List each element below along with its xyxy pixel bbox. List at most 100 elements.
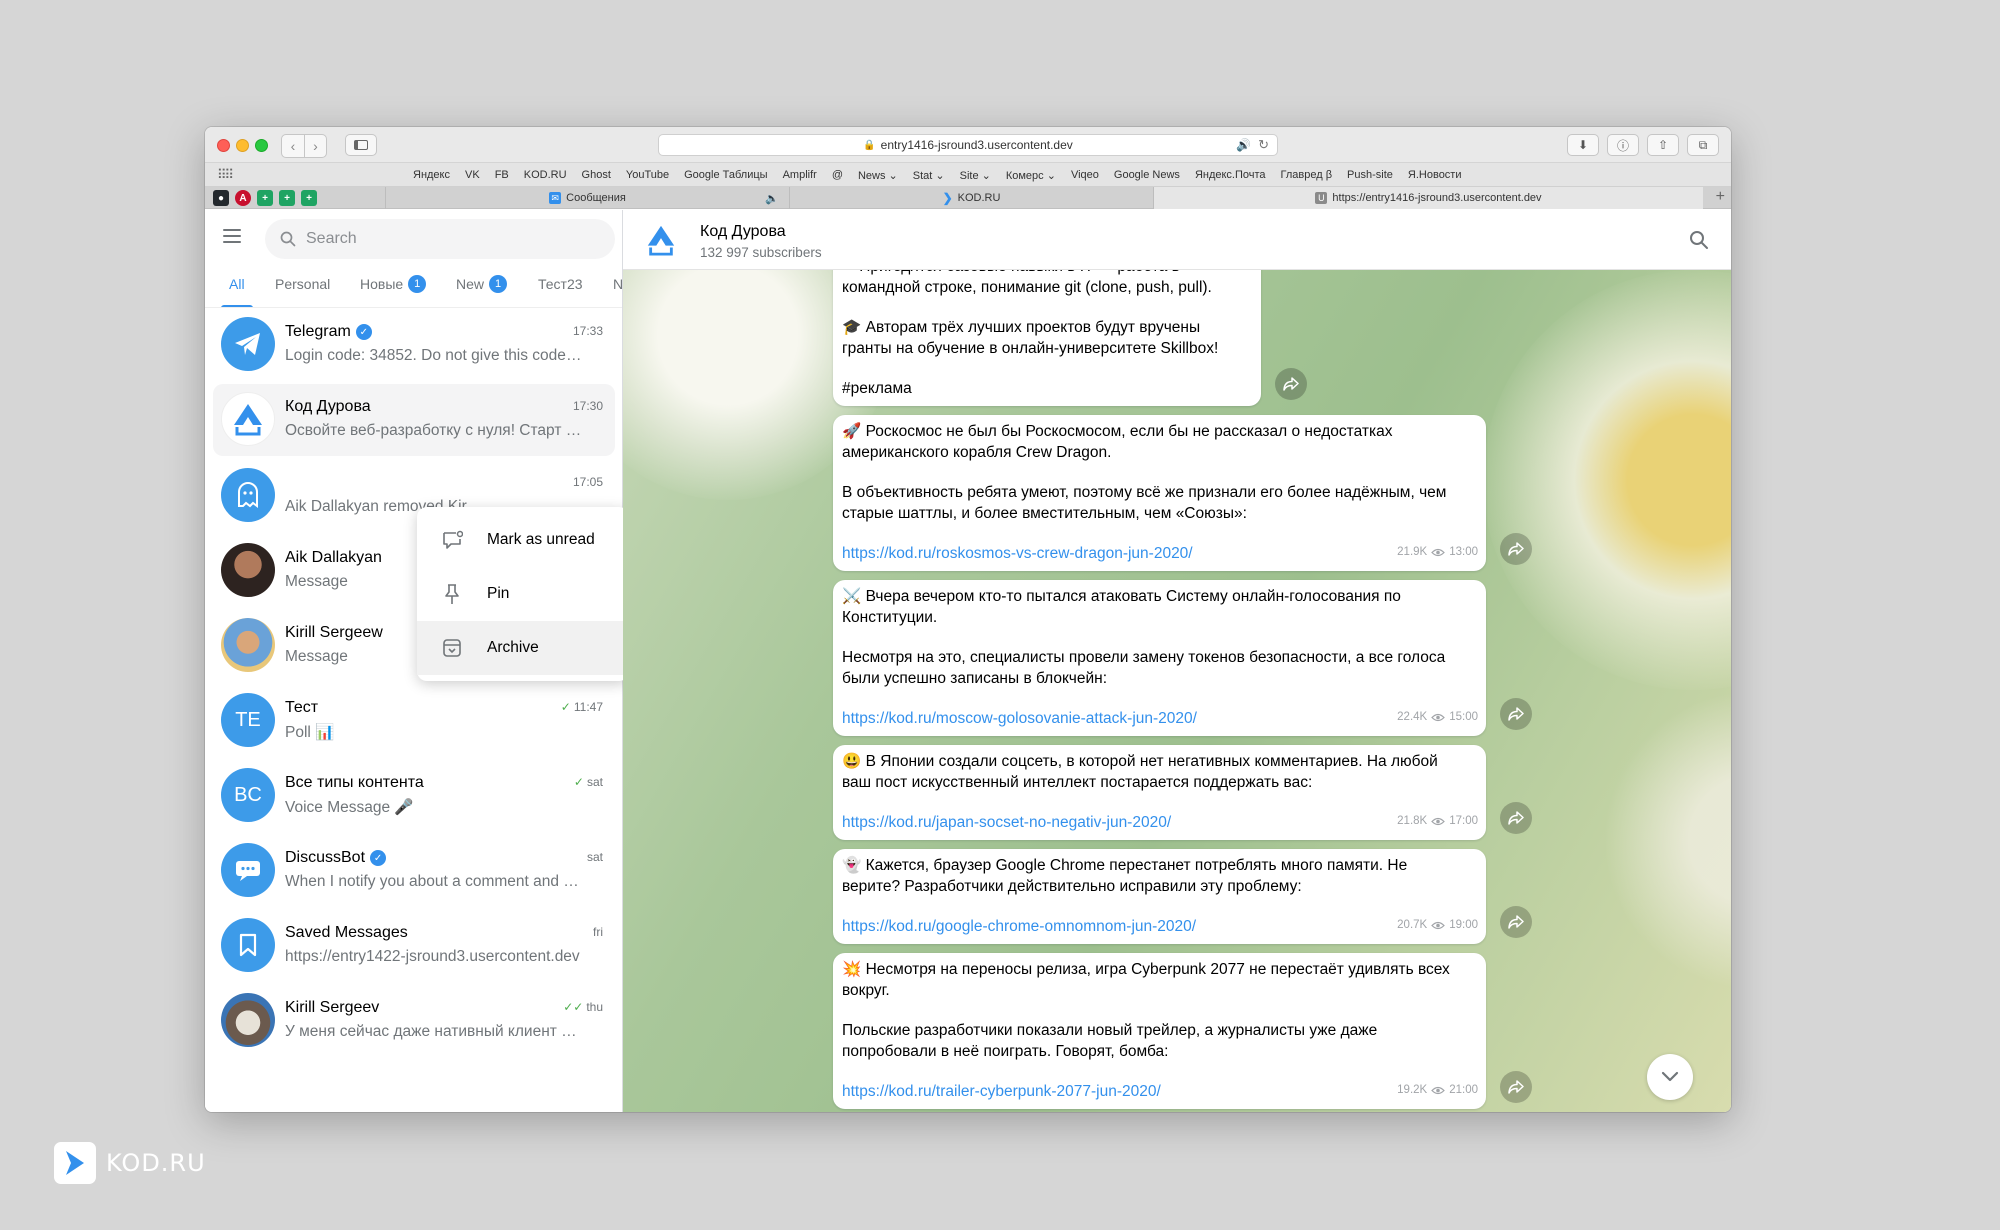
lock-icon: 🔒 [863, 139, 876, 151]
mark-as-unread-menu-item[interactable]: Mark as unread [417, 513, 629, 567]
bookmark-item[interactable]: Push-site [1347, 169, 1393, 182]
chat-item-content-types[interactable]: BC Все типы контента Voice Message 🎤 ✓ sa… [213, 760, 615, 832]
apps-grid-icon[interactable]: ⠿⠿ [217, 167, 234, 183]
bookmark-item[interactable]: Site ⌄ [960, 169, 991, 182]
bookmark-item[interactable]: Amplifr [783, 169, 817, 182]
sheets-icon[interactable]: + [257, 190, 273, 206]
bookmark-item[interactable]: Viqeo [1071, 169, 1099, 182]
back-icon[interactable]: ‹ [282, 135, 304, 157]
watermark-text: KOD.RU [106, 1149, 206, 1177]
chat-time: ✓✓ thu [563, 1000, 603, 1014]
chat-name: DiscussBot ✓ [285, 849, 387, 867]
address-bar[interactable]: 🔒 entry1416-jsround3.usercontent.dev 🔊 ↻ [658, 134, 1278, 156]
forward-button[interactable] [1500, 698, 1532, 730]
message-bubble[interactable]: ✔ Пригодятся базовые навыки в IT — работ… [833, 250, 1261, 406]
message-bubble[interactable]: 😃 В Японии создали соцсеть, в которой не… [833, 745, 1486, 840]
chat-item-kirill-sergeev[interactable]: Kirill Sergeev У меня сейчас даже нативн… [213, 985, 615, 1057]
message-link[interactable]: https://kod.ru/google-chrome-omnomnom-ju… [842, 918, 1196, 935]
tab-novye[interactable]: Новые 1 [360, 260, 427, 307]
hamburger-menu-icon[interactable] [223, 229, 241, 243]
sidebar-toggle-button[interactable] [345, 134, 377, 156]
download-icon[interactable]: ⬇ [1567, 134, 1599, 156]
sidebar-icon [354, 140, 368, 150]
tabs-overview-icon[interactable]: ⧉ [1687, 134, 1719, 156]
forward-button[interactable] [1275, 368, 1307, 400]
bookmark-item[interactable]: KOD.RU [524, 169, 567, 182]
zoom-window-button[interactable] [255, 139, 268, 152]
tab-new[interactable]: New 1 [456, 260, 508, 307]
forward-button[interactable] [1500, 802, 1532, 834]
speaker-icon[interactable]: 🔈 [765, 192, 779, 205]
close-window-button[interactable] [217, 139, 230, 152]
reload-icon[interactable]: ↻ [1258, 137, 1269, 153]
message-link[interactable]: https://kod.ru/roskosmos-vs-crew-dragon-… [842, 545, 1193, 562]
bookmark-item[interactable]: YouTube [626, 169, 669, 182]
pinned-a-icon[interactable]: A [235, 190, 251, 206]
bookmark-item[interactable]: Главред β [1281, 169, 1333, 182]
bookmark-item[interactable]: FB [495, 169, 509, 182]
verified-icon: ✓ [370, 850, 387, 866]
bookmark-item[interactable]: Яндекс.Почта [1195, 169, 1266, 182]
bookmark-item[interactable]: Stat ⌄ [913, 169, 945, 182]
forward-button[interactable] [1500, 1071, 1532, 1103]
search-input[interactable]: Search [265, 219, 615, 259]
bookmark-item[interactable]: VK [465, 169, 480, 182]
toolbar-right: ⬇ ⓘ ⇧ ⧉ [1567, 134, 1719, 156]
sheets-icon[interactable]: + [301, 190, 317, 206]
forward-icon[interactable]: › [304, 135, 326, 157]
bookmark-item[interactable]: @ [832, 169, 843, 182]
message-link[interactable]: https://kod.ru/moscow-golosovanie-attack… [842, 710, 1197, 727]
tab-test23[interactable]: Тест23 [538, 260, 583, 307]
forward-button[interactable] [1500, 533, 1532, 565]
bookmark-item[interactable]: Я.Новости [1408, 169, 1462, 182]
bookmark-item[interactable]: Google Таблицы [684, 169, 767, 182]
chat-item-test[interactable]: TE Тест Poll 📊 ✓ 11:47 [213, 685, 615, 757]
tab-kodru[interactable]: ❯ KOD.RU [789, 187, 1153, 209]
tab-personal[interactable]: Personal [275, 260, 330, 307]
minimize-window-button[interactable] [236, 139, 249, 152]
chat-time: sat [586, 850, 603, 864]
share-icon[interactable]: ⇧ [1647, 134, 1679, 156]
bookmark-item[interactable]: Комерс ⌄ [1006, 169, 1056, 182]
chat-item-telegram[interactable]: Telegram ✓ Login code: 34852. Do not give… [213, 309, 615, 381]
message-link[interactable]: https://kod.ru/japan-socset-no-negativ-j… [842, 814, 1171, 831]
tab-overflow[interactable]: N [613, 260, 622, 307]
archive-menu-item[interactable]: Archive [417, 621, 629, 675]
share-arrow-icon [1508, 707, 1524, 721]
bookmark-item[interactable]: Яндекс [413, 169, 450, 182]
pin-icon [445, 584, 459, 604]
message-bubble[interactable]: 👻 Кажется, браузер Google Chrome переста… [833, 849, 1486, 944]
chat-item-saved-messages[interactable]: Saved Messages https://entry1422-jsround… [213, 910, 615, 982]
message-bubble[interactable]: 🚀 Роскосмос не был бы Роскосмосом, если … [833, 415, 1486, 571]
scroll-down-button[interactable] [1647, 1054, 1693, 1100]
chat-item-kod-durova[interactable]: Код Дурова Освойте веб-разработку с нуля… [213, 384, 615, 456]
tab-label: KOD.RU [957, 192, 1001, 204]
view-count: 19.2K [1397, 1084, 1428, 1096]
chat-name: Kirill Sergeew [285, 624, 383, 641]
info-icon[interactable]: ⓘ [1607, 134, 1639, 156]
message-time: 15:00 [1449, 711, 1478, 723]
sheets-icon[interactable]: + [279, 190, 295, 206]
message-link[interactable]: https://kod.ru/trailer-cyberpunk-2077-ju… [842, 1083, 1161, 1100]
chat-preview: Освойте веб-разработку с нуля! Старт 1 и… [285, 422, 585, 439]
search-icon[interactable] [1689, 230, 1709, 250]
tab-all[interactable]: All [221, 260, 252, 307]
chat-item-discussbot[interactable]: DiscussBot ✓ When I notify you about a co… [213, 835, 615, 907]
chat-header[interactable]: Код Дурова 132 997 subscribers [623, 210, 1731, 270]
bookmark-item[interactable]: Ghost [582, 169, 611, 182]
pin-menu-item[interactable]: Pin [417, 567, 629, 621]
audio-playing-icon[interactable]: 🔊 [1236, 138, 1251, 152]
bookmark-item[interactable]: News ⌄ [858, 169, 898, 182]
tab-messages[interactable]: ✉ Сообщения 🔈 [385, 187, 789, 209]
tab-label: Сообщения [566, 192, 626, 204]
bookmark-item[interactable]: Google News [1114, 169, 1180, 182]
new-tab-icon[interactable]: + [1716, 188, 1725, 206]
message-bubble[interactable]: 💥 Несмотря на переносы релиза, игра Cybe… [833, 953, 1486, 1109]
tab-usercontent[interactable]: U https://entry1416-jsround3.usercontent… [1153, 187, 1703, 209]
forward-button[interactable] [1500, 906, 1532, 938]
message-bubble[interactable]: ⚔️ Вчера вечером кто-то пытался атаковат… [833, 580, 1486, 736]
message-time: 21:00 [1449, 1084, 1478, 1096]
github-icon[interactable]: ● [213, 190, 229, 206]
tab-bar: ● A + + + ✉ Сообщения 🔈 ❯ KOD.RU U https… [205, 187, 1731, 209]
eye-icon [1431, 921, 1446, 929]
